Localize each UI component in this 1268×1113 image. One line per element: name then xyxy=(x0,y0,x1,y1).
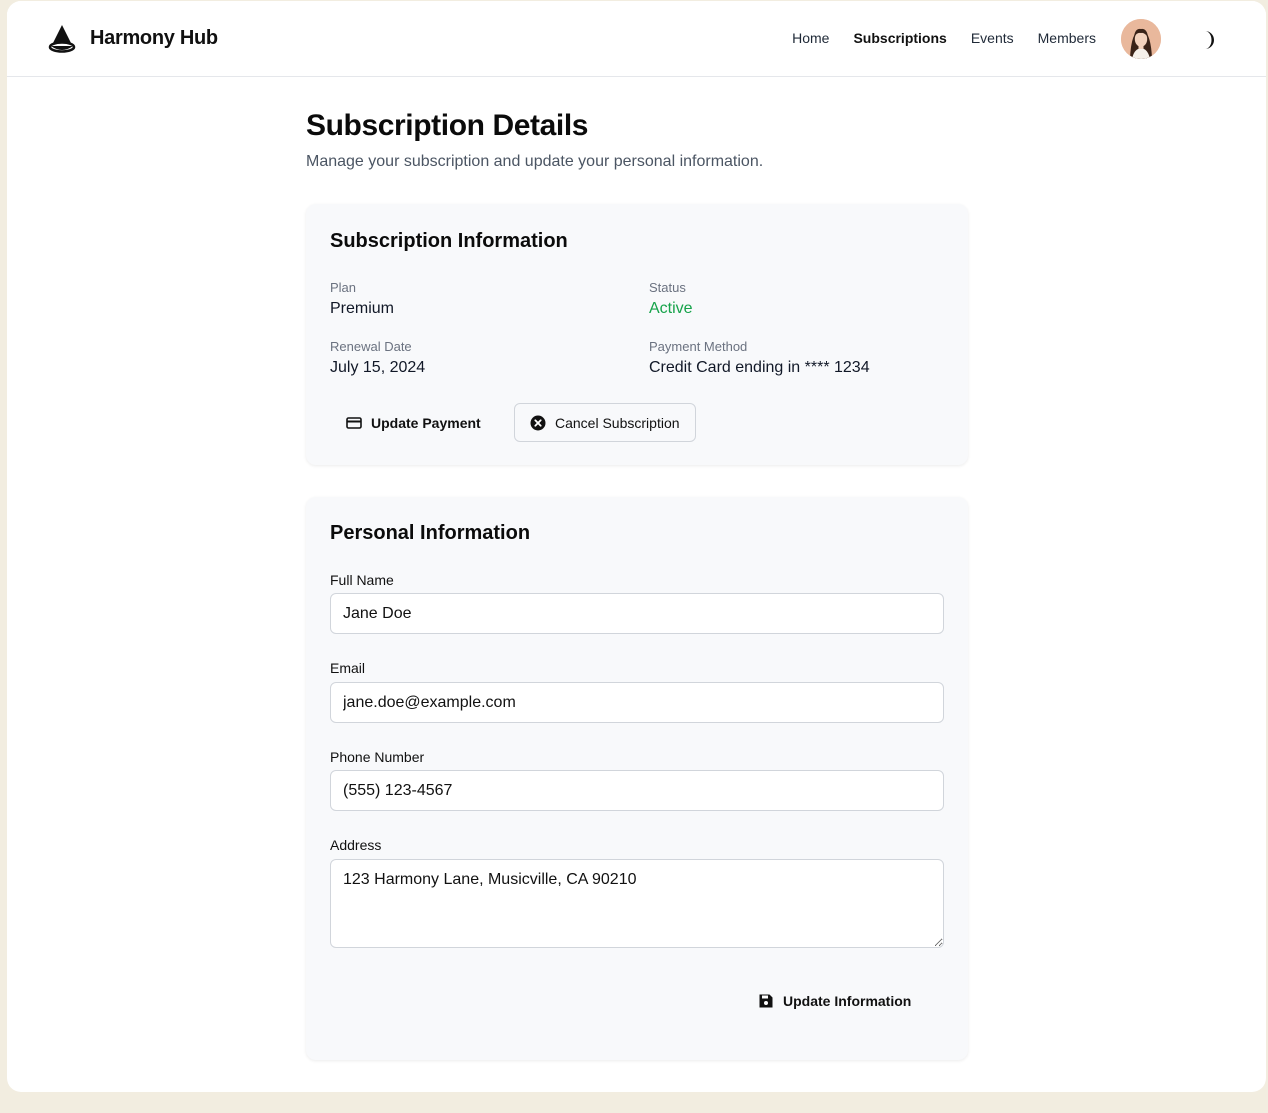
x-circle-icon xyxy=(530,415,546,431)
nav-item-home[interactable]: Home xyxy=(792,30,829,46)
payment-method-value: Credit Card ending in **** 1234 xyxy=(649,359,870,376)
address-field[interactable]: 123 Harmony Lane, Musicville, CA 90210 xyxy=(330,859,944,948)
renewal-info: Renewal Date July 15, 2024 xyxy=(330,339,425,377)
payment-method-label: Payment Method xyxy=(649,339,748,354)
moon-icon xyxy=(1194,28,1218,52)
status-label: Status xyxy=(649,280,686,295)
nav-item-subscriptions[interactable]: Subscriptions xyxy=(853,30,946,46)
brand[interactable]: Harmony Hub xyxy=(48,23,218,53)
top-navbar: Harmony Hub Home Subscriptions Events Me… xyxy=(7,1,1266,77)
plan-info: Plan Premium xyxy=(330,280,394,318)
payment-method-info: Payment Method Credit Card ending in ***… xyxy=(649,339,870,377)
update-payment-button[interactable]: Update Payment xyxy=(346,403,481,442)
phone-field[interactable] xyxy=(330,770,944,811)
email-label: Email xyxy=(330,660,366,676)
address-label: Address xyxy=(330,837,382,853)
plan-value: Premium xyxy=(330,300,395,317)
email-field[interactable] xyxy=(330,682,944,723)
full-name-label: Full Name xyxy=(330,572,394,588)
renewal-value: July 15, 2024 xyxy=(330,359,426,376)
personal-info-card: Personal Information Full Name Email Pho… xyxy=(306,497,968,1060)
update-information-button[interactable]: Update Information xyxy=(758,981,911,1020)
phone-label: Phone Number xyxy=(330,749,425,765)
full-name-field[interactable] xyxy=(330,593,944,634)
cancel-subscription-button[interactable]: Cancel Subscription xyxy=(514,403,696,442)
main-nav: Home Subscriptions Events Members xyxy=(792,30,1096,46)
renewal-label: Renewal Date xyxy=(330,339,412,354)
logo-icon xyxy=(48,23,76,53)
theme-toggle[interactable] xyxy=(1194,28,1218,52)
plan-label: Plan xyxy=(330,280,357,295)
subscription-info-card: Subscription Information Plan Premium St… xyxy=(306,204,968,465)
update-information-label: Update Information xyxy=(783,992,912,1009)
cancel-subscription-label: Cancel Subscription xyxy=(555,414,680,431)
page-subtitle: Manage your subscription and update your… xyxy=(306,153,764,170)
update-payment-label: Update Payment xyxy=(371,414,481,431)
brand-name: Harmony Hub xyxy=(90,26,218,49)
card-title: Personal Information xyxy=(330,522,531,544)
page-title: Subscription Details xyxy=(306,109,589,142)
nav-item-events[interactable]: Events xyxy=(971,30,1014,46)
status-info: Status Active xyxy=(649,280,693,318)
status-badge: Active xyxy=(649,300,693,317)
card-title: Subscription Information xyxy=(330,230,568,252)
floppy-disk-icon xyxy=(758,993,774,1009)
app-window: Harmony Hub Home Subscriptions Events Me… xyxy=(7,1,1266,1092)
credit-card-icon xyxy=(346,415,362,431)
user-avatar[interactable] xyxy=(1121,19,1161,59)
nav-item-members[interactable]: Members xyxy=(1038,30,1096,46)
